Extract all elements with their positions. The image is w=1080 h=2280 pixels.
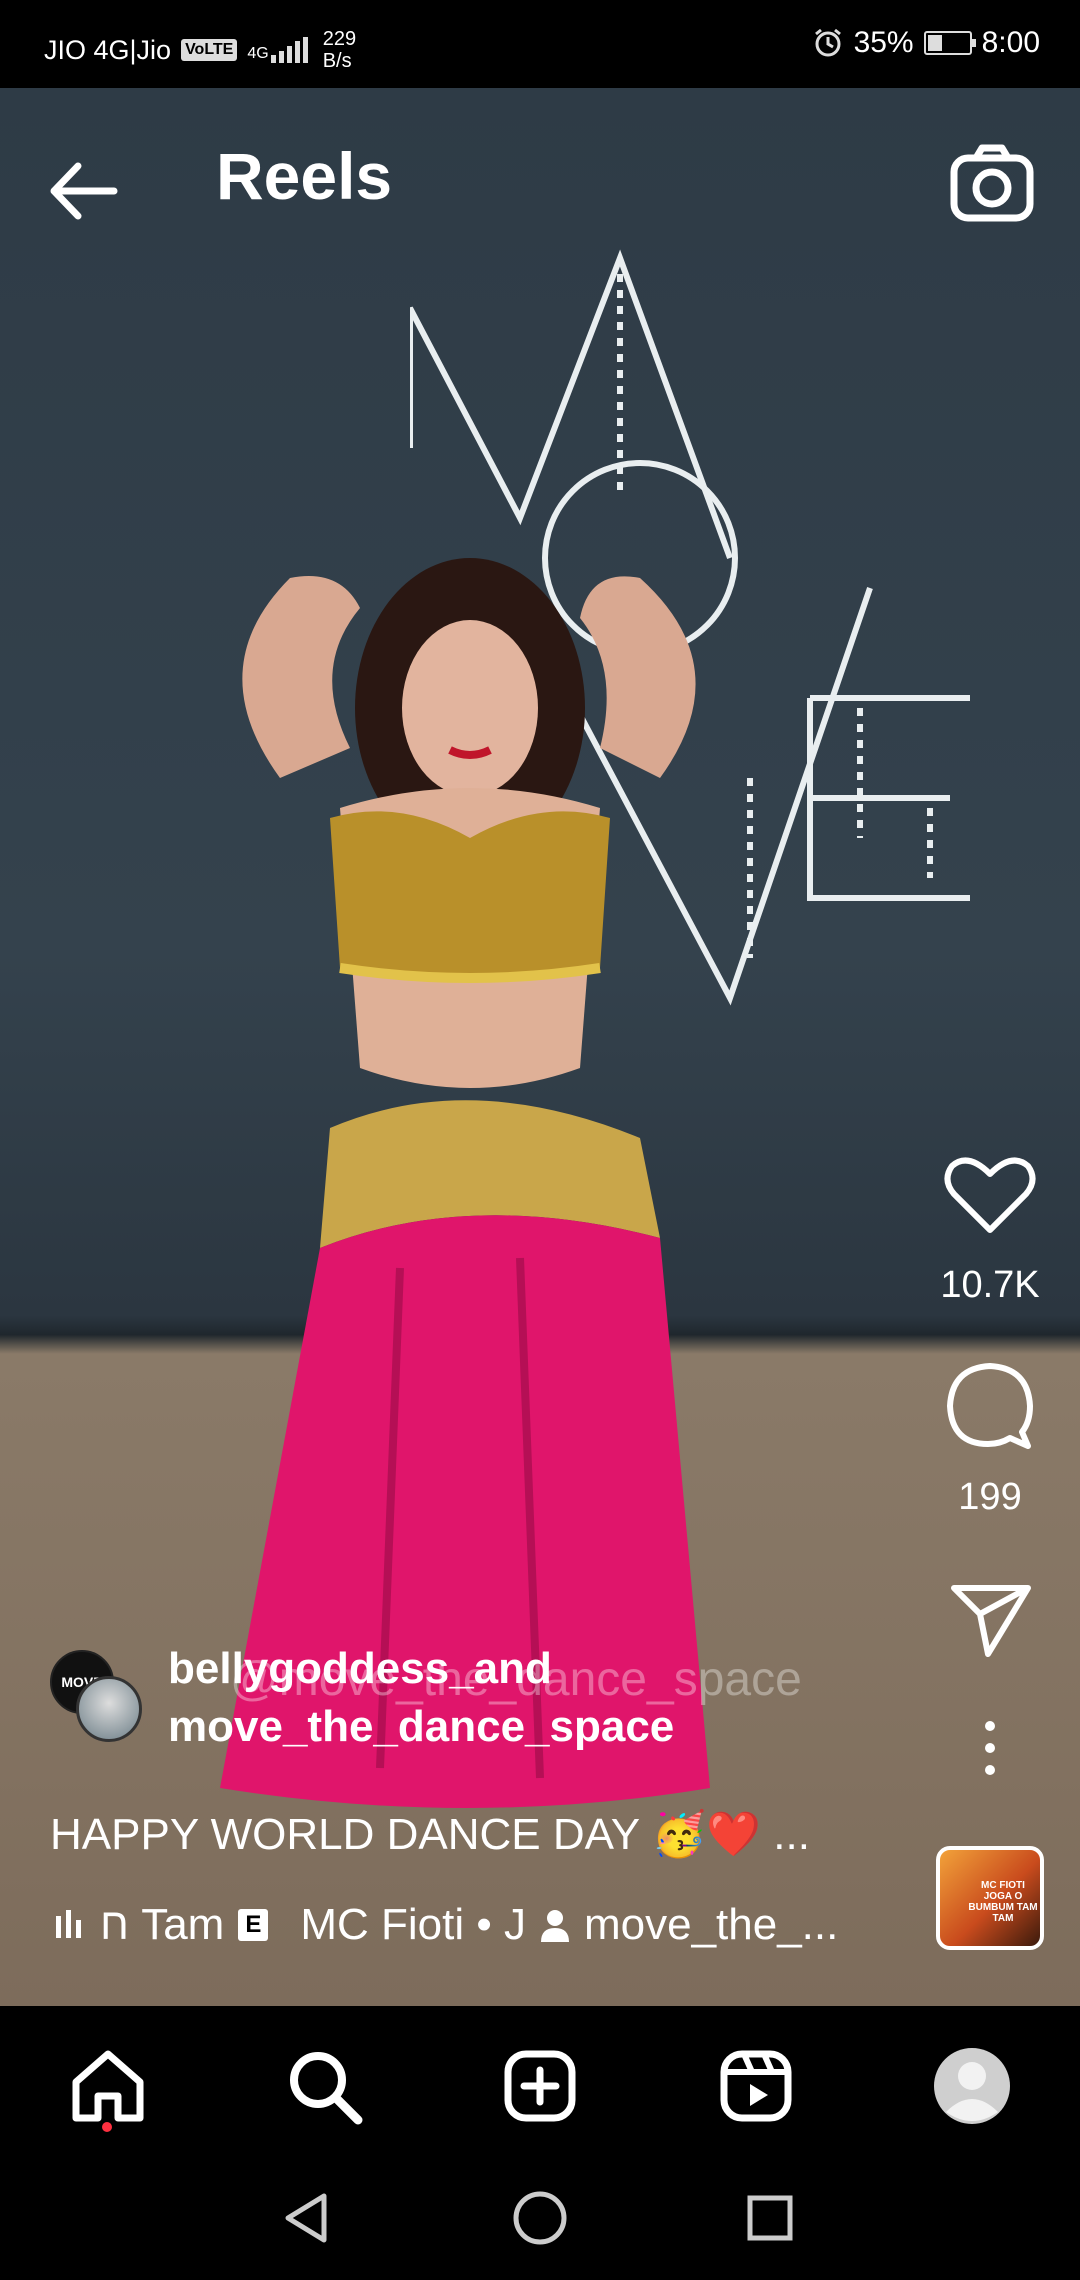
signal-icon: 4G xyxy=(247,37,312,63)
author-avatars[interactable]: MOVE xyxy=(50,1650,142,1742)
camera-icon[interactable] xyxy=(948,140,1036,228)
system-nav-bar xyxy=(0,2158,1080,2280)
share-icon[interactable] xyxy=(940,1580,1040,1660)
home-icon[interactable] xyxy=(68,2046,148,2126)
comment-count: 199 xyxy=(958,1476,1022,1518)
coauthor-username[interactable]: move_the_dance_space xyxy=(168,1698,674,1756)
create-icon[interactable] xyxy=(500,2046,580,2126)
audio-album-art[interactable]: MC FIOTI JOGA O BUMBUM TAM TAM xyxy=(936,1846,1044,1950)
bottom-nav xyxy=(0,2006,1080,2158)
profile-icon[interactable] xyxy=(932,2046,1012,2126)
comment-icon[interactable] xyxy=(940,1360,1040,1450)
heart-icon[interactable] xyxy=(940,1150,1040,1240)
battery-fill xyxy=(927,35,942,51)
home-circle-icon[interactable] xyxy=(510,2188,570,2248)
carrier-label: JIO 4G|Jio xyxy=(44,34,172,65)
tagged-user[interactable]: move_the_... xyxy=(584,1900,838,1950)
like-count: 10.7K xyxy=(940,1264,1040,1306)
battery-percent: 35% xyxy=(853,26,914,59)
music-title[interactable]: ח Tam xyxy=(100,1900,224,1950)
audio-bars-icon xyxy=(56,1910,81,1938)
music-artist[interactable]: MC Fioti • J xyxy=(300,1900,526,1950)
author-username[interactable]: bellygoddess_and xyxy=(168,1640,674,1698)
music-row[interactable]: ח Tam E MC Fioti • J move_the_... xyxy=(56,1900,906,1950)
reels-header: Reels xyxy=(0,88,1080,268)
status-bar: JIO 4G|Jio VoLTE 4G 229 B/s 35% 8:00 xyxy=(0,0,1080,88)
back-triangle-icon[interactable] xyxy=(278,2188,338,2248)
recents-square-icon[interactable] xyxy=(740,2188,800,2248)
person-icon xyxy=(540,1910,569,1942)
album-art-text: MC FIOTI JOGA O BUMBUM TAM TAM xyxy=(968,1880,1038,1924)
reel-caption[interactable]: HAPPY WORLD DANCE DAY 🥳❤️ ... xyxy=(50,1808,810,1860)
more-options-icon[interactable] xyxy=(940,1718,1040,1778)
net-speed-unit: B/s xyxy=(322,50,352,72)
net-speed-value: 229 xyxy=(322,28,357,50)
alarm-icon xyxy=(814,28,841,57)
search-icon[interactable] xyxy=(284,2046,364,2126)
avatar[interactable] xyxy=(76,1676,142,1742)
home-notification-dot xyxy=(102,2122,112,2132)
clock: 8:00 xyxy=(981,26,1040,59)
explicit-badge: E xyxy=(238,1909,269,1941)
reels-icon[interactable] xyxy=(716,2046,796,2126)
dancer-figure xyxy=(220,558,710,1808)
volte-badge: VoLTE xyxy=(181,39,238,61)
battery-icon xyxy=(923,31,976,55)
page-title: Reels xyxy=(216,139,393,213)
network-type-label: 4G xyxy=(247,45,269,62)
net-speed: 229 B/s xyxy=(323,28,356,72)
arrow-left-icon[interactable] xyxy=(42,146,132,236)
